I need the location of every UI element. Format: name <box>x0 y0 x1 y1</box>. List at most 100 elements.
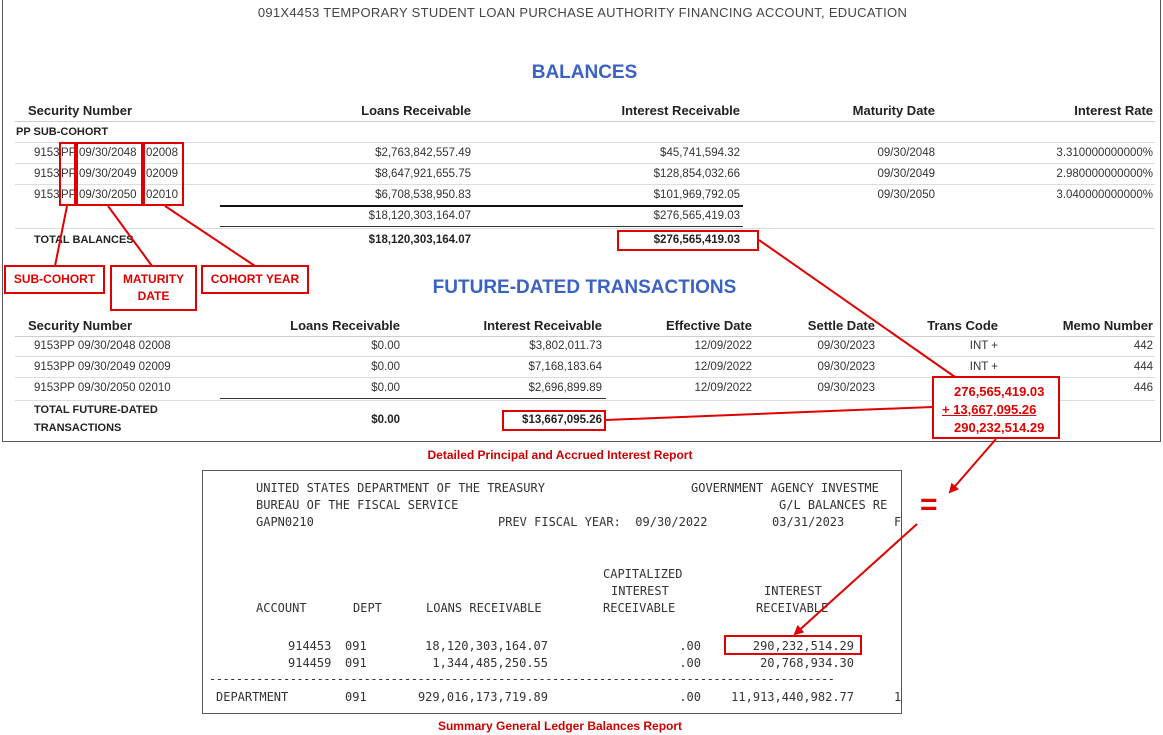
col-capitalized-line1: CAPITALIZED <box>603 567 683 581</box>
col-security-number: Security Number <box>28 318 133 333</box>
col-memo-number: Memo Number <box>1062 318 1153 333</box>
maturity-value: 09/30/2050 <box>877 189 935 201</box>
ledger-dept-interest: 11,913,440,982.77 <box>731 690 854 704</box>
ledger-dept: 091 <box>345 656 367 670</box>
ledger-header-line2-right: G/L BALANCES RE <box>779 498 888 512</box>
ledger-report-date: 03/31/2023 <box>772 515 845 529</box>
ledger-header-line1-right: GOVERNMENT AGENCY INVESTME <box>691 481 879 495</box>
caption-ledger-report: Summary General Ledger Balances Report <box>437 719 683 733</box>
ledger-dash-rule: ----------------------------------------… <box>209 672 835 686</box>
col-interest-line2: RECEIVABLE <box>756 601 829 615</box>
equals-sign: = <box>920 488 938 521</box>
ledger-dept-cap: .00 <box>679 690 701 704</box>
maturity-label-line1: MATURITY <box>122 272 185 286</box>
sum-line-3: 290,232,514.29 <box>954 420 1045 435</box>
maturity-value: 09/30/2049 <box>877 168 935 180</box>
sum-result-arrow <box>948 438 997 494</box>
maturity-date-label: MATURITY DATE <box>110 265 197 311</box>
subtotal-loans: $18,120,303,164.07 <box>368 210 471 222</box>
loans-value: $0.00 <box>371 361 400 373</box>
security-value: 9153PP 09/30/2049 02009 <box>34 361 171 373</box>
ledger-interest-highlight <box>724 635 862 655</box>
rate-value: 2.980000000000% <box>1056 168 1153 180</box>
ledger-account: 914453 <box>288 639 332 653</box>
security-prefix: 9153 <box>34 168 60 180</box>
ledger-header-line1-left: UNITED STATES DEPARTMENT OF THE TREASURY <box>256 481 545 495</box>
ledger-report-id: GAPN0210 <box>256 515 314 529</box>
security-prefix: 9153 <box>34 189 60 201</box>
total-loans: $18,120,303,164.07 <box>368 234 471 246</box>
total-interest-highlight <box>617 230 759 251</box>
sum-line-1: 276,565,419.03 <box>954 384 1045 399</box>
ledger-dept-label: DEPARTMENT <box>216 690 289 704</box>
total-balances-label: TOTAL BALANCES <box>34 234 134 246</box>
ledger-dept-loans: 929,016,173,719.89 <box>417 690 548 704</box>
divider <box>15 356 1155 357</box>
ledger-loans: 18,120,303,164.07 <box>425 639 548 653</box>
maturity-label-line2: DATE <box>137 289 170 303</box>
maturity-value: 09/30/2048 <box>877 147 935 159</box>
col-interest-receivable: Interest Receivable <box>621 103 740 118</box>
rate-value: 3.040000000000% <box>1056 189 1153 201</box>
security-prefix: 9153 <box>34 147 60 159</box>
ledger-account: 914459 <box>288 656 332 670</box>
cohort-year-highlight <box>143 142 184 206</box>
sub-cohort-highlight <box>59 142 76 206</box>
interest-value: $101,969,792.05 <box>653 189 740 201</box>
ledger-cap: .00 <box>679 639 701 653</box>
sub-cohort-label: SUB-COHORT <box>4 265 105 294</box>
loans-value: $6,708,538,950.83 <box>375 189 471 201</box>
ledger-dept-tail: 1 <box>894 690 902 704</box>
loans-value: $0.00 <box>371 382 400 394</box>
divider <box>15 336 1155 337</box>
total-future-label-line2: TRANSACTIONS <box>34 422 122 434</box>
subtotal-interest: $276,565,419.03 <box>653 210 740 222</box>
col-interest-line1: INTEREST <box>764 584 822 598</box>
maturity-date-highlight <box>76 142 143 206</box>
loans-value: $8,647,921,655.75 <box>375 168 471 180</box>
future-interest-highlight <box>502 410 606 431</box>
col-maturity-date: Maturity Date <box>852 103 935 118</box>
summary-ledger-report: UNITED STATES DEPARTMENT OF THE TREASURY… <box>202 470 902 714</box>
interest-value: $128,854,032.66 <box>653 168 740 180</box>
ledger-dept-code: 091 <box>345 690 367 704</box>
sum-calculation-box: 276,565,419.03 + 13,667,095.26 290,232,5… <box>932 376 1060 439</box>
memo-value: 442 <box>1133 340 1153 352</box>
ledger-header-line2-left: BUREAU OF THE FISCAL SERVICE <box>256 498 459 512</box>
report-title: 091X4453 TEMPORARY STUDENT LOAN PURCHASE… <box>257 5 908 20</box>
col-capitalized-line3: RECEIVABLE <box>603 601 676 615</box>
total-future-label-line1: TOTAL FUTURE-DATED <box>34 404 158 416</box>
col-account: ACCOUNT <box>256 601 307 615</box>
caption-detailed-report: Detailed Principal and Accrued Interest … <box>427 448 693 462</box>
divider <box>15 142 1155 143</box>
ledger-cap: .00 <box>679 656 701 670</box>
col-loans-receivable: LOANS RECEIVABLE <box>426 601 542 615</box>
col-loans-receivable: Loans Receivable <box>290 318 400 333</box>
ledger-prev-fiscal-year: PREV FISCAL YEAR: 09/30/2022 <box>498 515 708 529</box>
divider <box>15 163 1155 164</box>
balances-heading: BALANCES <box>531 62 638 83</box>
col-dept: DEPT <box>353 601 382 615</box>
ledger-dept: 091 <box>345 639 367 653</box>
divider <box>15 228 1155 229</box>
col-capitalized-line2: INTEREST <box>611 584 669 598</box>
subtotal-rule <box>220 205 743 207</box>
ledger-interest: 20,768,934.30 <box>760 656 854 670</box>
sum-line-2: + 13,667,095.26 <box>942 402 1037 417</box>
col-interest-rate: Interest Rate <box>1074 103 1153 118</box>
security-value: 9153PP 09/30/2050 02010 <box>34 382 171 394</box>
loans-value: $2,763,842,557.49 <box>375 147 471 159</box>
settle-value: 09/30/2023 <box>817 382 875 394</box>
total-future-loans: $0.00 <box>371 414 400 426</box>
divider <box>15 184 1155 185</box>
security-value: 9153PP 09/30/2048 02008 <box>34 340 171 352</box>
divider <box>15 121 1155 122</box>
cohort-year-label: COHORT YEAR <box>201 265 309 294</box>
group-label: PP SUB-COHORT <box>16 126 109 138</box>
interest-value: $45,741,594.32 <box>660 147 740 159</box>
ledger-header-tail: F <box>894 515 902 529</box>
col-security-number: Security Number <box>28 103 133 118</box>
loans-value: $0.00 <box>371 340 400 352</box>
ledger-loans: 1,344,485,250.55 <box>432 656 548 670</box>
col-loans-receivable: Loans Receivable <box>361 103 471 118</box>
